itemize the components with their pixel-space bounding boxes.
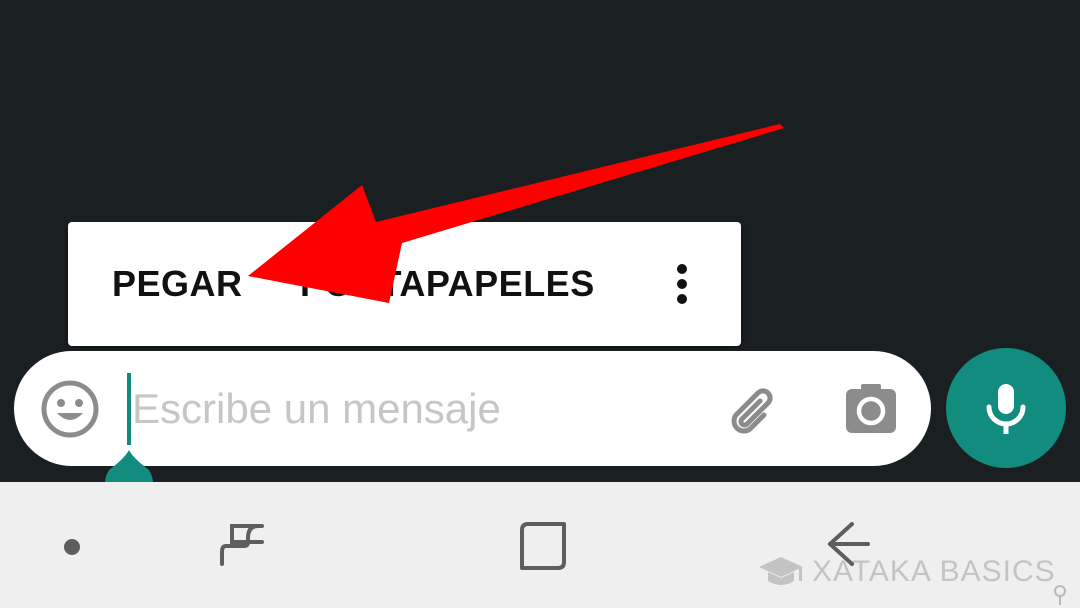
nav-dot-button[interactable]: [60, 535, 84, 559]
mic-icon: [986, 384, 1026, 434]
paperclip-icon: [731, 388, 773, 434]
emoji-button[interactable]: [40, 379, 100, 439]
xataka-basics-watermark: XATAKA BASICS: [758, 552, 1056, 592]
paste-button[interactable]: PEGAR: [112, 222, 243, 346]
location-pin-icon: [1054, 585, 1066, 605]
text-cursor: [127, 373, 131, 445]
recents-button[interactable]: [218, 520, 268, 570]
home-button[interactable]: [518, 520, 570, 572]
attach-button[interactable]: [724, 381, 784, 441]
home-icon: [520, 522, 566, 570]
more-vert-icon: [677, 264, 687, 304]
chat-screen: PEGAR PORTAPAPELES Escribe un mensaje XA…: [0, 0, 1080, 608]
recents-icon: [220, 524, 264, 566]
voice-record-button[interactable]: [946, 348, 1066, 468]
message-input[interactable]: [132, 351, 712, 466]
dot-icon: [64, 539, 80, 555]
emoji-icon: [41, 380, 99, 438]
text-selection-menu: PEGAR PORTAPAPELES: [68, 222, 741, 346]
camera-icon: [846, 384, 896, 433]
clipboard-button[interactable]: PORTAPAPELES: [300, 222, 595, 346]
watermark-text: XATAKA BASICS: [812, 555, 1056, 588]
graduation-cap-icon: [759, 557, 803, 585]
more-options-button[interactable]: [664, 262, 700, 306]
camera-button[interactable]: [844, 383, 898, 435]
